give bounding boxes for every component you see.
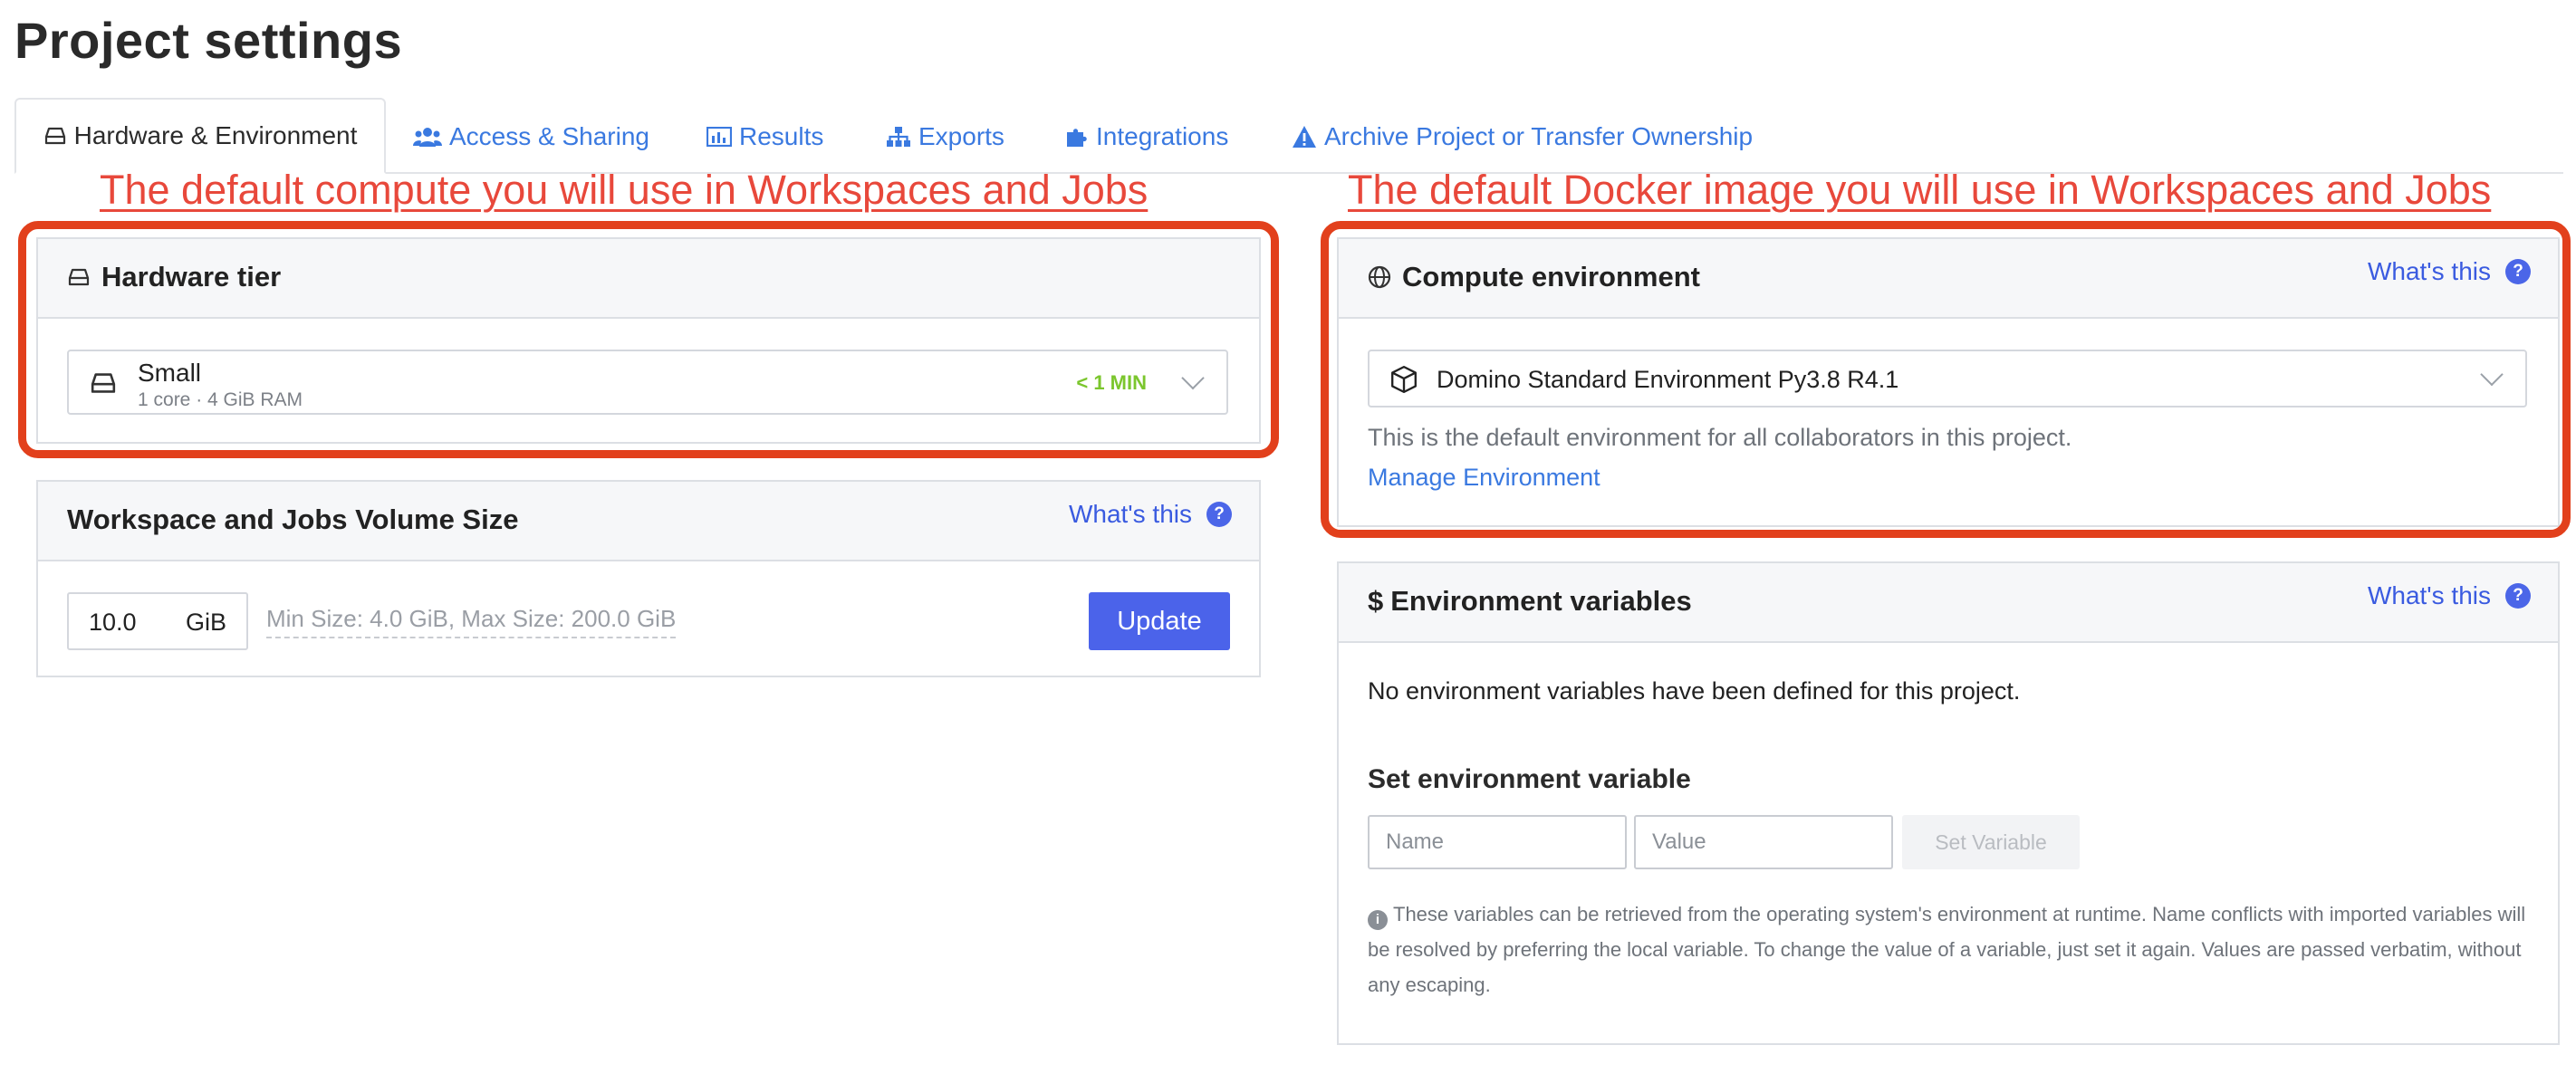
variable-name-input[interactable]: Name	[1368, 815, 1627, 869]
variables-help-text: These variables can be retrieved from th…	[1368, 903, 2526, 996]
annotation-compute: The default compute you will use in Work…	[100, 167, 1149, 213]
volume-size-input[interactable]: 10.0 GiB	[67, 592, 248, 650]
users-icon	[413, 128, 442, 147]
variable-value-input[interactable]: Value	[1634, 815, 1893, 869]
volume-size-unit: GiB	[185, 609, 226, 636]
whats-this-label: What's this	[1068, 500, 1192, 528]
puzzle-icon	[1067, 129, 1087, 147]
environment-variables-panel: $ Environment variables What's this ? No…	[1337, 561, 2560, 1045]
panel-title: $ Environment variables	[1368, 585, 1692, 618]
help-icon: ?	[2505, 583, 2531, 609]
tab-access-sharing[interactable]: Access & Sharing	[413, 100, 649, 174]
highlight-box-environment	[1321, 221, 2571, 538]
environment-variables-title: Environment variables	[1390, 585, 1692, 617]
tab-label: Access & Sharing	[449, 122, 649, 150]
highlight-box-hardware	[18, 221, 1279, 458]
whats-this-link[interactable]: What's this ?	[1069, 500, 1232, 529]
tab-label: Results	[739, 122, 824, 150]
whats-this-link[interactable]: What's this ?	[2368, 581, 2531, 610]
variables-help-note: i These variables can be retrieved from t…	[1368, 897, 2536, 1002]
set-variable-heading: Set environment variable	[1368, 764, 1691, 794]
volume-size-value: 10.0	[89, 609, 137, 636]
dollar-icon: $	[1368, 585, 1384, 617]
empty-message: No environment variables have been defin…	[1368, 677, 2021, 705]
tab-label: Archive Project or Transfer Ownership	[1324, 122, 1754, 150]
volume-size-panel: Workspace and Jobs Volume Size What's th…	[36, 480, 1261, 677]
volume-size-title: Workspace and Jobs Volume Size	[67, 503, 519, 535]
tab-archive-transfer[interactable]: Archive Project or Transfer Ownership	[1292, 100, 1753, 174]
hard-drive-icon	[44, 127, 65, 145]
set-variable-button[interactable]: Set Variable	[1902, 815, 2080, 869]
tab-label: Integrations	[1096, 122, 1229, 150]
update-button[interactable]: Update	[1089, 592, 1230, 650]
tab-label: Hardware & Environment	[73, 121, 358, 149]
tab-hardware-environment[interactable]: Hardware & Environment	[14, 98, 386, 174]
tab-results[interactable]: Results	[706, 100, 823, 174]
volume-size-hint: Min Size: 4.0 GiB, Max Size: 200.0 GiB	[266, 605, 677, 638]
bar-chart-icon	[706, 127, 732, 147]
help-icon: ?	[1206, 502, 1232, 527]
annotation-docker-image: The default Docker image you will use in…	[1348, 167, 2492, 213]
warning-icon	[1293, 126, 1316, 148]
sitemap-icon	[887, 127, 910, 147]
page-title: Project settings	[14, 12, 403, 69]
whats-this-label: What's this	[2367, 581, 2491, 609]
tab-integrations[interactable]: Integrations	[1065, 100, 1228, 174]
info-icon: i	[1368, 909, 1388, 930]
tab-exports[interactable]: Exports	[886, 100, 1004, 174]
tab-label: Exports	[918, 122, 1004, 150]
